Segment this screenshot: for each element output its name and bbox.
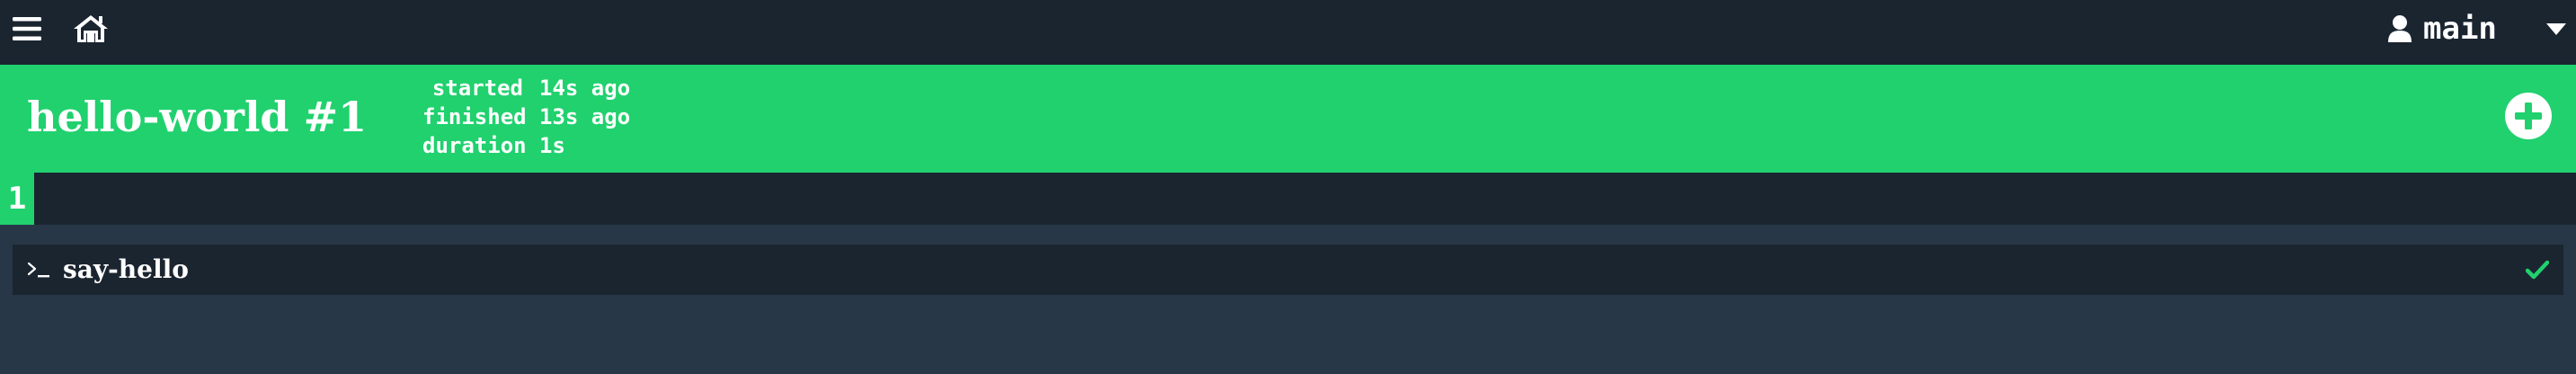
meta-label: duration [422,133,527,158]
plus-circle-icon[interactable] [2504,92,2553,140]
user-name: main [2423,11,2497,47]
meta-row-finished: finished 13s ago [422,102,630,131]
meta-row-duration: duration 1s [422,131,630,160]
check-icon [2525,259,2550,280]
build-header: hello-world #1 started 14s ago finished … [0,65,2576,173]
task-row-say-hello[interactable]: say-hello [13,245,2563,295]
build-tab-strip: 1 [0,173,2576,225]
task-name: say-hello [63,254,189,284]
home-icon[interactable] [72,13,110,43]
meta-label: started [431,76,523,101]
build-meta: started 14s ago finished 13s ago duratio… [422,74,630,160]
hamburger-menu-icon[interactable] [13,16,41,41]
tab-build-1[interactable]: 1 [0,173,34,225]
user-menu[interactable]: main [2387,0,2576,65]
meta-value: 14s ago [539,76,631,101]
meta-label: finished [422,104,527,129]
meta-value: 13s ago [539,104,631,129]
build-title: hello-world #1 [27,93,368,141]
terminal-icon [27,261,52,279]
user-icon [2387,14,2412,43]
caret-down-icon [2545,22,2567,36]
top-bar: main [0,0,2576,65]
meta-value: 1s [539,133,565,158]
meta-row-started: started 14s ago [422,74,630,102]
